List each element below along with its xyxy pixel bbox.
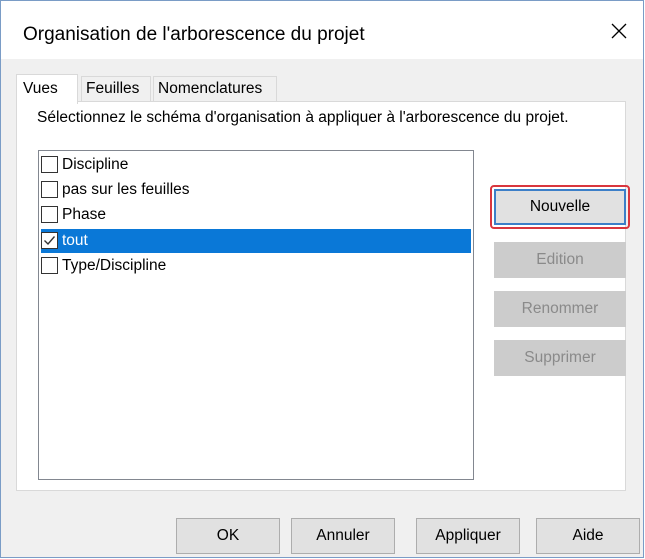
ok-button[interactable]: OK: [176, 518, 280, 554]
checkbox[interactable]: [41, 206, 58, 223]
checkbox-checked[interactable]: [41, 232, 58, 249]
edit-button[interactable]: Edition: [494, 242, 626, 278]
rename-button[interactable]: Renommer: [494, 291, 626, 327]
apply-button[interactable]: Appliquer: [416, 518, 520, 554]
checkmark-icon: [44, 236, 56, 246]
help-button[interactable]: Aide: [536, 518, 640, 554]
list-item[interactable]: pas sur les feuilles: [41, 178, 471, 202]
organization-dialog: Organisation de l'arborescence du projet…: [0, 0, 644, 558]
tab-label: Vues: [23, 80, 58, 97]
cancel-button[interactable]: Annuler: [291, 518, 395, 554]
list-item-selected[interactable]: tout: [41, 229, 471, 253]
dialog-content: Vues Feuilles Nomenclatures Sélectionnez…: [1, 59, 643, 557]
tab-feuilles[interactable]: Feuilles: [81, 76, 151, 102]
list-item-label: pas sur les feuilles: [62, 181, 190, 198]
close-icon: [611, 23, 627, 39]
list-item-label: Discipline: [62, 156, 129, 173]
checkbox[interactable]: [41, 181, 58, 198]
new-button[interactable]: Nouvelle: [494, 189, 626, 225]
tab-label: Nomenclatures: [158, 80, 263, 97]
instruction-text: Sélectionnez le schéma d'organisation à …: [37, 109, 569, 126]
checkbox[interactable]: [41, 156, 58, 173]
list-item[interactable]: Phase: [41, 203, 471, 227]
scheme-list[interactable]: Discipline pas sur les feuilles Phase to…: [38, 150, 474, 480]
close-button[interactable]: [595, 11, 643, 51]
list-item-label: Phase: [62, 206, 106, 223]
tab-nomenclatures[interactable]: Nomenclatures: [153, 76, 277, 102]
list-item[interactable]: Discipline: [41, 153, 471, 177]
title-bar: Organisation de l'arborescence du projet: [1, 1, 643, 59]
checkbox[interactable]: [41, 257, 58, 274]
list-item-label: Type/Discipline: [62, 257, 167, 274]
delete-button[interactable]: Supprimer: [494, 340, 626, 376]
tab-label: Feuilles: [86, 80, 140, 97]
tab-panel-vues: Sélectionnez le schéma d'organisation à …: [16, 101, 630, 491]
dialog-title: Organisation de l'arborescence du projet: [23, 24, 365, 45]
list-item[interactable]: Type/Discipline: [41, 254, 471, 278]
tab-vues[interactable]: Vues: [16, 74, 78, 104]
list-item-label: tout: [62, 232, 88, 249]
